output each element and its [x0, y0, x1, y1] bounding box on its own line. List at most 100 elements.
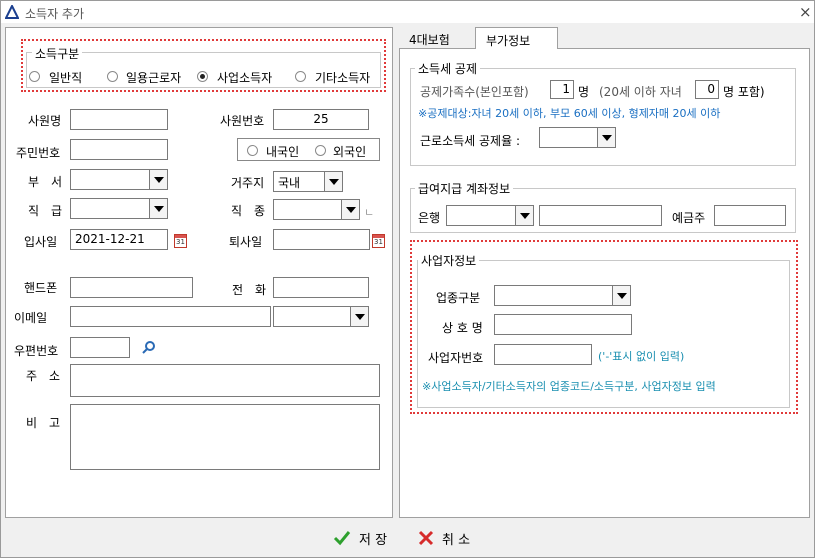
radio-general[interactable]: [29, 71, 40, 82]
address-input[interactable]: [70, 364, 380, 397]
tax-deduction-title: 소득세 공제: [415, 60, 481, 77]
address-label: 주 소: [26, 369, 61, 383]
residence-label: 거주지: [231, 176, 265, 190]
account-input[interactable]: [539, 205, 662, 226]
holder-input[interactable]: [714, 205, 786, 226]
biz-name-input[interactable]: [494, 314, 632, 335]
chevron-down-icon[interactable]: [149, 199, 167, 218]
biz-info-note: ※사업소득자/기타소득자의 업종코드/소득구분, 사업자정보 입력: [422, 380, 716, 393]
email-input[interactable]: [70, 306, 271, 327]
jobtype-extra: ㄴ: [364, 206, 375, 219]
radio-domestic[interactable]: [247, 145, 258, 156]
radio-business[interactable]: [197, 71, 208, 82]
title-bar: 소득자 추가 ×: [1, 1, 814, 23]
holder-label: 예금주: [672, 211, 706, 225]
bizno-input[interactable]: [494, 344, 592, 365]
save-label: 저 장: [359, 533, 388, 548]
join-date-input[interactable]: 2021-12-21: [70, 229, 168, 250]
save-button[interactable]: 저 장: [333, 529, 395, 549]
tab-additional-label: 부가정보: [486, 34, 531, 48]
right-panel: 소득세 공제 공제가족수(본인포함) 1 명 (20세 이하 자녀 0 명 포함…: [399, 48, 810, 518]
radio-daily[interactable]: [107, 71, 118, 82]
chevron-down-icon[interactable]: [597, 128, 615, 147]
email-label: 이메일: [14, 311, 48, 325]
chevron-down-icon[interactable]: [515, 206, 533, 225]
emp-name-label: 사원명: [28, 114, 62, 128]
radio-other[interactable]: [295, 71, 306, 82]
bizno-hint: ('-'표시 없이 입력): [598, 350, 685, 363]
tax-rate-select[interactable]: [539, 127, 616, 148]
biz-type-select[interactable]: [494, 285, 631, 306]
check-icon: [333, 531, 351, 546]
leave-date-input[interactable]: [273, 229, 370, 250]
tab-insurance-label: 4대보험: [409, 33, 450, 47]
under20-input[interactable]: 0: [695, 80, 719, 99]
search-icon[interactable]: [142, 340, 156, 354]
emp-name-input[interactable]: [70, 109, 168, 130]
memo-label: 비 고: [26, 416, 61, 430]
residence-value: 국내: [278, 176, 301, 190]
account-title: 급여지급 계좌정보: [415, 180, 514, 197]
radio-daily-label: 일용근로자: [126, 71, 182, 85]
bank-label: 은행: [418, 211, 441, 225]
rrn-label: 주민번호: [16, 146, 61, 160]
tax-rate-label: 근로소득세 공제율 :: [420, 134, 520, 148]
jobtype-select[interactable]: [273, 199, 360, 220]
biz-type-label: 업종구분: [436, 291, 481, 305]
biz-name-label: 상 호 명: [442, 321, 483, 335]
under20-label: (20세 이하 자녀: [599, 85, 682, 99]
bank-select[interactable]: [446, 205, 534, 226]
calendar-icon[interactable]: 31: [174, 234, 187, 248]
mobile-input[interactable]: [70, 277, 193, 298]
residence-select[interactable]: 국내: [273, 171, 343, 192]
bizno-label: 사업자번호: [428, 351, 484, 365]
calendar-day: 31: [176, 238, 185, 246]
dependents-unit: 명: [578, 85, 590, 99]
biz-info-title: 사업자정보: [418, 252, 480, 269]
window-title: 소득자 추가: [25, 7, 85, 21]
deduction-note: ※공제대상:자녀 20세 이하, 부모 60세 이상, 형제자매 20세 이하: [418, 107, 721, 120]
income-type-title: 소득구분: [32, 45, 83, 62]
left-panel: 소득구분 일반직 일용근로자 사업소득자 기타소득자 사원명 사원번호 25 주…: [5, 27, 393, 518]
memo-input[interactable]: [70, 404, 380, 470]
mobile-label: 핸드폰: [24, 281, 58, 295]
zip-input[interactable]: [70, 337, 130, 358]
leave-date-label: 퇴사일: [229, 235, 263, 249]
emp-no-label: 사원번호: [220, 114, 265, 128]
app-icon: [5, 5, 19, 19]
radio-other-label: 기타소득자: [315, 71, 371, 85]
join-date-label: 입사일: [24, 235, 58, 249]
email-domain-select[interactable]: [273, 306, 369, 327]
chevron-down-icon[interactable]: [350, 307, 368, 326]
radio-foreign[interactable]: [315, 145, 326, 156]
x-icon: [418, 530, 434, 546]
chevron-down-icon[interactable]: [324, 172, 342, 191]
rank-select[interactable]: [70, 198, 168, 219]
cancel-label: 취 소: [442, 533, 471, 548]
dept-select[interactable]: [70, 169, 168, 190]
calendar-day: 31: [374, 238, 383, 246]
zip-label: 우편번호: [14, 344, 59, 358]
phone-input[interactable]: [273, 277, 369, 298]
chevron-down-icon[interactable]: [149, 170, 167, 189]
rank-label: 직 급: [28, 204, 63, 218]
close-icon[interactable]: ×: [799, 3, 812, 21]
radio-domestic-label: 내국인: [266, 145, 300, 159]
cancel-button[interactable]: 취 소: [418, 529, 480, 549]
dialog-window: 소득자 추가 × 소득구분 일반직 일용근로자 사업소득자 기타소득자 사원명 …: [0, 0, 815, 558]
jobtype-label: 직 종: [231, 204, 266, 218]
phone-label: 전 화: [232, 283, 267, 297]
tab-insurance[interactable]: 4대보험: [399, 27, 471, 49]
dependents-label: 공제가족수(본인포함): [420, 85, 529, 99]
emp-no-input[interactable]: 25: [273, 109, 369, 130]
dept-label: 부 서: [28, 175, 63, 189]
calendar-icon[interactable]: 31: [372, 234, 385, 248]
rrn-input[interactable]: [70, 139, 168, 160]
radio-business-label: 사업소득자: [217, 71, 273, 85]
tab-additional[interactable]: 부가정보: [475, 27, 558, 49]
dependents-input[interactable]: 1: [550, 80, 574, 99]
radio-foreign-label: 외국인: [333, 145, 367, 159]
chevron-down-icon[interactable]: [341, 200, 359, 219]
chevron-down-icon[interactable]: [612, 286, 630, 305]
radio-general-label: 일반직: [49, 71, 83, 85]
